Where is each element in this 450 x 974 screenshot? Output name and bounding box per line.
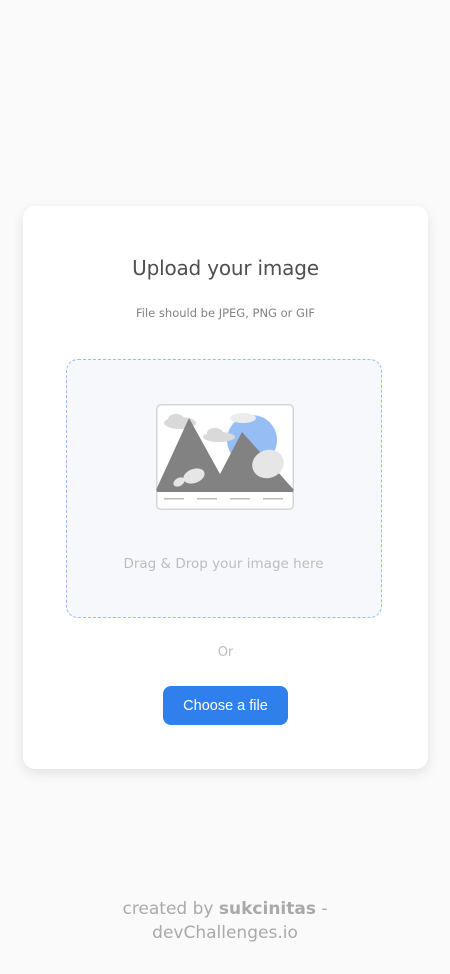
card-subtitle: File should be JPEG, PNG or GIF (136, 306, 315, 320)
footer-dash: - (315, 899, 328, 919)
choose-file-button[interactable]: Choose a file (163, 686, 288, 725)
drop-zone[interactable]: Drag & Drop your image here (66, 359, 382, 618)
drop-zone-text: Drag & Drop your image here (123, 556, 324, 572)
card-title: Upload your image (132, 256, 319, 280)
image-placeholder-icon (156, 404, 294, 510)
footer-author-link[interactable]: sukcinitas (219, 899, 316, 919)
footer-prefix: created by (122, 899, 219, 919)
footer-site-link[interactable]: devChallenges.io (152, 923, 298, 943)
or-separator: Or (217, 645, 234, 660)
footer-credits: created by sukcinitas - devChallenges.io (0, 897, 450, 945)
upload-card: Upload your image File should be JPEG, P… (23, 206, 428, 769)
